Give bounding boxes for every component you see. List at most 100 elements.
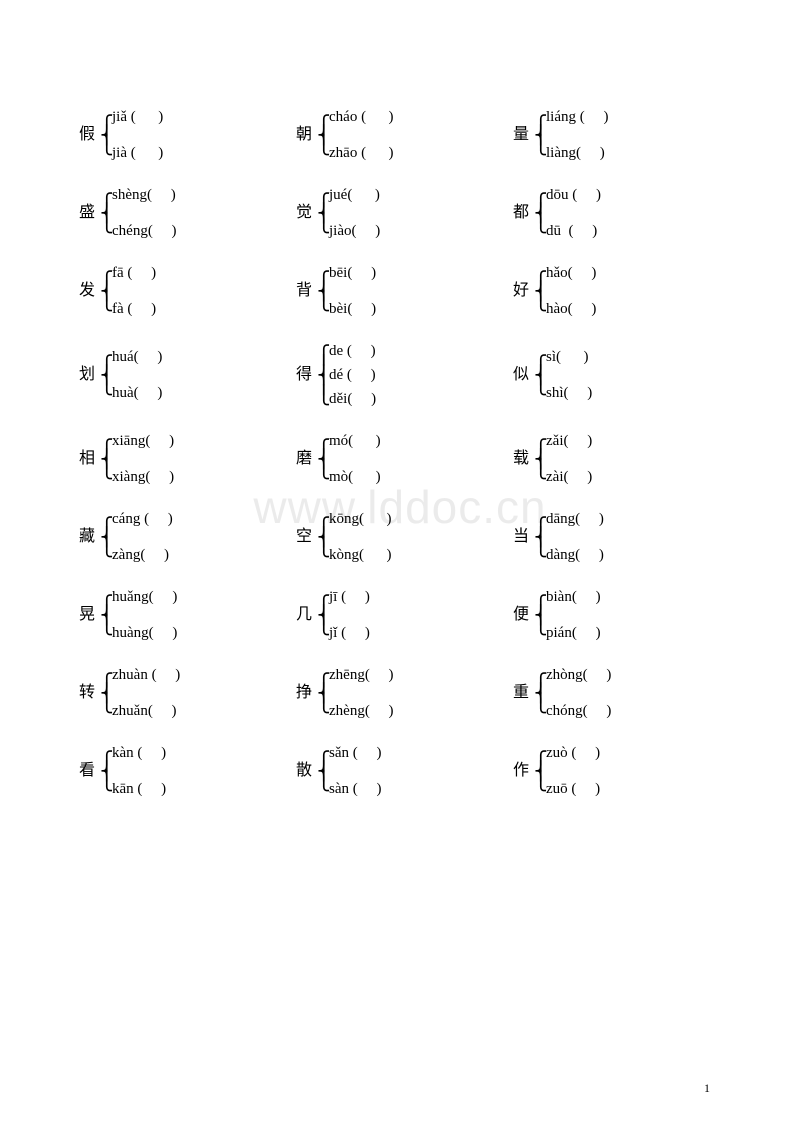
pinyin-reading: dāng( ) (546, 507, 604, 531)
page-number: 1 (704, 1081, 710, 1096)
pinyin-reading: xiàng( ) (112, 465, 174, 489)
brace-group: ⎧⎨⎩kōng( )kòng( ) (317, 507, 392, 567)
hanzi-character: 看 (78, 763, 96, 779)
pinyin-reading: cháo ( ) (329, 105, 394, 129)
pinyin-reading: huá( ) (112, 345, 162, 369)
polyphone-entry: 载⎧⎨⎩zǎi( )zài( ) (512, 429, 722, 489)
pinyin-reading: liáng ( ) (546, 105, 608, 129)
hanzi-character: 相 (78, 451, 96, 467)
worksheet-row: 假⎧⎨⎩jiǎ ( )jià ( )朝⎧⎨⎩cháo ( )zhāo ( )量⎧… (78, 105, 722, 165)
hanzi-character: 挣 (295, 685, 313, 701)
brace-group: ⎧⎨⎩cháo ( )zhāo ( ) (317, 105, 394, 165)
pinyin-reading: kàn ( ) (112, 741, 166, 765)
hanzi-character: 假 (78, 127, 96, 143)
pinyin-reading: sàn ( ) (329, 777, 382, 801)
hanzi-character: 空 (295, 529, 313, 545)
brace-group: ⎧⎨⎩sǎn ( )sàn ( ) (317, 741, 382, 801)
hanzi-character: 重 (512, 685, 530, 701)
pinyin-reading: bèi( ) (329, 297, 376, 321)
pinyin-reading: zuō ( ) (546, 777, 600, 801)
polyphone-entry: 朝⎧⎨⎩cháo ( )zhāo ( ) (295, 105, 505, 165)
pinyin-reading: zhuǎn( ) (112, 699, 180, 723)
worksheet-row: 相⎧⎨⎩xiāng( )xiàng( ) 磨⎧⎨⎩mó( )mò( ) 载⎧⎨⎩zǎ… (78, 429, 722, 489)
pinyin-reading: zhēng( ) (329, 663, 394, 687)
polyphone-entry: 便⎧⎨⎩biàn( )pián( ) (512, 585, 722, 645)
brace-group: ⎧⎨⎩zhòng( )chóng( ) (534, 663, 611, 723)
polyphone-entry: 假⎧⎨⎩jiǎ ( )jià ( ) (78, 105, 288, 165)
hanzi-character: 作 (512, 763, 530, 779)
pinyin-reading: zhāo ( ) (329, 141, 394, 165)
hanzi-character: 量 (512, 127, 530, 143)
pinyin-reading: de ( ) (329, 339, 376, 363)
pinyin-reading: chéng( ) (112, 219, 177, 243)
brace-group: ⎧⎨⎩jué( )jiào( ) (317, 183, 380, 243)
polyphone-entry: 都⎧⎨⎩dōu ( )dū ( ) (512, 183, 722, 243)
worksheet-row: 划⎧⎨⎩huá( )huà( )得⎧⎪⎨⎪⎩de ( )dé ( )děi( )… (78, 339, 722, 411)
polyphone-entry: 觉⎧⎨⎩jué( )jiào( ) (295, 183, 505, 243)
pinyin-reading: dōu ( ) (546, 183, 601, 207)
polyphone-entry: 看⎧⎨⎩kàn ( )kān ( ) (78, 741, 288, 801)
worksheet-row: 藏⎧⎨⎩cáng ( )zàng( )空⎧⎨⎩kōng( )kòng( )当⎧⎨… (78, 507, 722, 567)
pinyin-reading: jǐ ( ) (329, 621, 370, 645)
brace-group: ⎧⎨⎩kàn ( )kān ( ) (100, 741, 166, 801)
pinyin-reading: liàng( ) (546, 141, 608, 165)
pinyin-reading: hǎo( ) (546, 261, 596, 285)
brace-group: ⎧⎨⎩cáng ( )zàng( ) (100, 507, 173, 567)
hanzi-character: 几 (295, 607, 313, 623)
worksheet-row: 看⎧⎨⎩kàn ( )kān ( )散⎧⎨⎩sǎn ( )sàn ( )作⎧⎨⎩… (78, 741, 722, 801)
pinyin-reading: jué( ) (329, 183, 380, 207)
hanzi-character: 载 (512, 451, 530, 467)
worksheet-row: 转⎧⎨⎩zhuàn ( )zhuǎn( )挣⎧⎨⎩zhēng( )zhèng( … (78, 663, 722, 723)
brace-group: ⎧⎨⎩fā ( )fà ( ) (100, 261, 156, 321)
brace-group: ⎧⎨⎩dāng( )dàng( ) (534, 507, 604, 567)
brace-group: ⎧⎨⎩xiāng( )xiàng( ) (100, 429, 174, 489)
hanzi-character: 都 (512, 205, 530, 221)
hanzi-character: 得 (295, 367, 313, 383)
pinyin-reading: kōng( ) (329, 507, 392, 531)
hanzi-character: 朝 (295, 127, 313, 143)
brace-group: ⎧⎪⎨⎪⎩de ( )dé ( )děi( ) (317, 339, 376, 411)
pinyin-reading: zàng( ) (112, 543, 173, 567)
hanzi-character: 便 (512, 607, 530, 623)
pinyin-reading: fà ( ) (112, 297, 156, 321)
pinyin-reading: jià ( ) (112, 141, 163, 165)
polyphone-entry: 相⎧⎨⎩xiāng( )xiàng( ) (78, 429, 288, 489)
pinyin-reading: huà( ) (112, 381, 162, 405)
polyphone-entry: 当⎧⎨⎩dāng( )dàng( ) (512, 507, 722, 567)
hanzi-character: 划 (78, 367, 96, 383)
polyphone-entry: 盛⎧⎨⎩shèng( )chéng( ) (78, 183, 288, 243)
pinyin-reading: zuò ( ) (546, 741, 600, 765)
polyphone-entry: 得⎧⎪⎨⎪⎩de ( )dé ( )děi( ) (295, 339, 505, 411)
pinyin-reading: zǎi( ) (546, 429, 592, 453)
pinyin-reading: zhòng( ) (546, 663, 611, 687)
polyphone-entry: 发⎧⎨⎩fā ( )fà ( ) (78, 261, 288, 321)
pinyin-reading: jiào( ) (329, 219, 380, 243)
polyphone-entry: 作⎧⎨⎩zuò ( )zuō ( ) (512, 741, 722, 801)
polyphone-entry: 空⎧⎨⎩kōng( )kòng( ) (295, 507, 505, 567)
worksheet-row: 晃⎧⎨⎩huǎng( )huàng( )几⎧⎨⎩jī ( )jǐ ( )便⎧⎨⎩… (78, 585, 722, 645)
pinyin-reading: sì( ) (546, 345, 592, 369)
polyphone-entry: 似⎧⎨⎩sì( )shì( ) (512, 339, 722, 411)
brace-group: ⎧⎨⎩biàn( )pián( ) (534, 585, 601, 645)
pinyin-reading: hào( ) (546, 297, 596, 321)
brace-group: ⎧⎨⎩mó( )mò( ) (317, 429, 381, 489)
brace-group: ⎧⎨⎩huǎng( )huàng( ) (100, 585, 177, 645)
polyphone-entry: 晃⎧⎨⎩huǎng( )huàng( ) (78, 585, 288, 645)
polyphone-entry: 重⎧⎨⎩zhòng( )chóng( ) (512, 663, 722, 723)
hanzi-character: 晃 (78, 607, 96, 623)
pinyin-reading: dé ( ) (329, 363, 376, 387)
pinyin-reading: dū ( ) (546, 219, 601, 243)
pinyin-reading: huǎng( ) (112, 585, 177, 609)
pinyin-reading: dàng( ) (546, 543, 604, 567)
brace-group: ⎧⎨⎩bēi( )bèi( ) (317, 261, 376, 321)
hanzi-character: 当 (512, 529, 530, 545)
polyphone-entry: 划⎧⎨⎩huá( )huà( ) (78, 339, 288, 411)
brace-group: ⎧⎨⎩dōu ( )dū ( ) (534, 183, 601, 243)
brace-group: ⎧⎨⎩zuò ( )zuō ( ) (534, 741, 600, 801)
pinyin-reading: mò( ) (329, 465, 381, 489)
pinyin-reading: pián( ) (546, 621, 601, 645)
hanzi-character: 磨 (295, 451, 313, 467)
polyphone-entry: 挣⎧⎨⎩zhēng( )zhèng( ) (295, 663, 505, 723)
brace-group: ⎧⎨⎩zhēng( )zhèng( ) (317, 663, 394, 723)
pinyin-reading: kòng( ) (329, 543, 392, 567)
